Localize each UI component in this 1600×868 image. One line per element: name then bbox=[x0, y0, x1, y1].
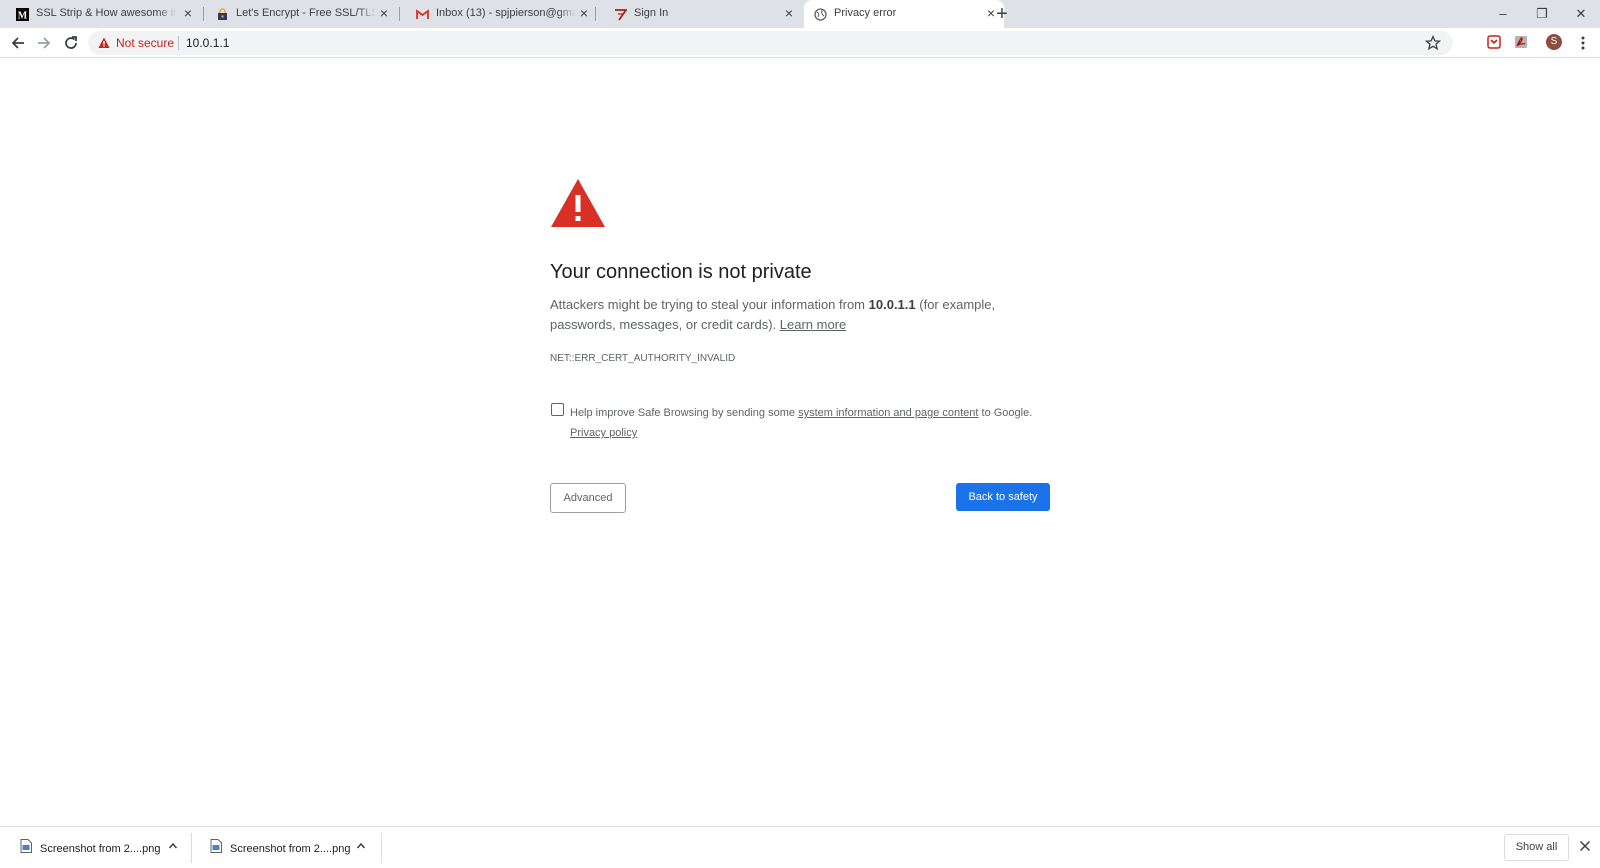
tab-strip: M SSL Strip & How awesome it is! - × Let… bbox=[0, 0, 1600, 28]
explanation-paragraph: Attackers might be trying to steal your … bbox=[550, 295, 1050, 335]
reload-icon[interactable] bbox=[62, 34, 80, 52]
profile-avatar[interactable]: S bbox=[1546, 34, 1562, 50]
image-file-icon bbox=[20, 839, 32, 853]
address-bar[interactable]: Not secure 10.0.1.1 bbox=[88, 31, 1453, 55]
restore-icon[interactable]: ❐ bbox=[1532, 4, 1552, 24]
url-text[interactable]: 10.0.1.1 bbox=[186, 36, 229, 50]
advanced-button[interactable]: Advanced bbox=[550, 483, 626, 513]
tab-privacy-error[interactable]: Privacy error × bbox=[804, 0, 1004, 28]
minimize-icon[interactable]: – bbox=[1493, 4, 1513, 24]
page-title: Your connection is not private bbox=[550, 261, 812, 283]
download-item[interactable]: Screenshot from 2....png bbox=[190, 827, 382, 868]
download-shelf: Screenshot from 2....png Screenshot from… bbox=[0, 826, 1600, 867]
tab-title: Let's Encrypt - Free SSL/TLS Certi bbox=[236, 7, 376, 19]
omnibox-divider bbox=[178, 36, 179, 50]
pocket-extension-icon[interactable] bbox=[1487, 35, 1501, 49]
safe-browsing-checkbox[interactable] bbox=[551, 403, 564, 416]
forward-arrow-icon[interactable] bbox=[35, 34, 53, 52]
error-code: NET::ERR_CERT_AUTHORITY_INVALID bbox=[550, 353, 736, 364]
safe-browsing-text: to Google. bbox=[978, 407, 1033, 419]
medium-m-icon: M bbox=[16, 8, 29, 21]
close-icon[interactable] bbox=[1579, 840, 1591, 852]
safe-browsing-text: Help improve Safe Browsing by sending so… bbox=[570, 407, 799, 419]
tab-close-icon[interactable]: × bbox=[782, 6, 796, 20]
kebab-menu-icon[interactable] bbox=[1578, 34, 1588, 52]
browser-toolbar: Not secure 10.0.1.1 S bbox=[0, 28, 1600, 58]
back-to-safety-button[interactable]: Back to safety bbox=[956, 483, 1050, 511]
learn-more-link[interactable]: Learn more bbox=[780, 317, 846, 332]
tab-gmail-inbox[interactable]: Inbox (13) - spjpierson@gmail.co × bbox=[400, 0, 596, 28]
download-filename: Screenshot from 2....png bbox=[230, 843, 351, 855]
tab-title: Inbox (13) - spjpierson@gmail.co bbox=[436, 7, 576, 19]
tab-sign-in[interactable]: Sign In × bbox=[596, 0, 804, 28]
chevron-up-icon[interactable] bbox=[356, 841, 366, 851]
lets-encrypt-icon bbox=[218, 8, 227, 20]
large-warning-triangle-icon bbox=[551, 179, 605, 227]
system-info-link[interactable]: system information and page content bbox=[798, 407, 978, 419]
image-file-icon bbox=[210, 839, 222, 853]
pdf-extension-icon[interactable] bbox=[1514, 35, 1528, 49]
download-item[interactable]: Screenshot from 2....png bbox=[0, 827, 192, 868]
tab-ssl-strip[interactable]: M SSL Strip & How awesome it is! - × bbox=[0, 0, 204, 28]
new-tab-button[interactable]: + bbox=[992, 4, 1012, 24]
privacy-policy-link[interactable]: Privacy policy bbox=[570, 427, 637, 439]
chevron-up-icon[interactable] bbox=[168, 841, 178, 851]
explanation-text: Attackers might be trying to steal your … bbox=[550, 297, 869, 312]
tab-close-icon[interactable]: × bbox=[377, 6, 391, 20]
warning-triangle-icon[interactable] bbox=[98, 37, 110, 49]
tab-title: SSL Strip & How awesome it is! - bbox=[36, 7, 176, 19]
sign-in-logo-icon bbox=[615, 9, 627, 21]
safe-browsing-label: Help improve Safe Browsing by sending so… bbox=[570, 403, 1050, 443]
tab-title: Sign In bbox=[634, 7, 774, 19]
svg-text:M: M bbox=[18, 11, 28, 22]
gmail-m-icon bbox=[416, 9, 429, 19]
tab-lets-encrypt[interactable]: Let's Encrypt - Free SSL/TLS Certi × bbox=[204, 0, 400, 28]
show-all-button[interactable]: Show all bbox=[1504, 834, 1569, 861]
tab-close-icon[interactable]: × bbox=[181, 6, 195, 20]
download-separator bbox=[381, 833, 382, 863]
download-filename: Screenshot from 2....png bbox=[40, 843, 161, 855]
back-arrow-icon[interactable] bbox=[9, 34, 27, 52]
not-secure-label[interactable]: Not secure bbox=[116, 36, 174, 50]
host-name: 10.0.1.1 bbox=[868, 297, 916, 312]
tab-title: Privacy error bbox=[834, 7, 974, 19]
tab-close-icon[interactable]: × bbox=[577, 6, 591, 20]
bookmark-star-icon[interactable] bbox=[1425, 35, 1441, 51]
window-close-icon[interactable]: ✕ bbox=[1571, 4, 1591, 24]
globe-icon bbox=[814, 8, 827, 21]
